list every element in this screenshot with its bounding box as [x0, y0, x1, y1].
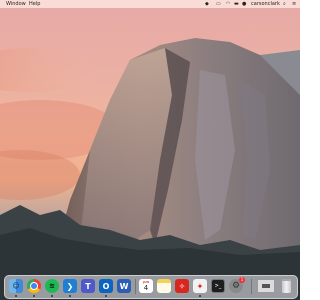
running-indicator: [199, 295, 201, 297]
running-indicator: [15, 295, 17, 297]
wifi-icon[interactable]: ◠: [226, 0, 230, 8]
dock: ☺ ≋ ❯ T O W JUN 4 ✧ ✦ >_ ⚙ 1: [4, 275, 298, 299]
search-icon[interactable]: ⌕: [283, 0, 286, 8]
teams-icon[interactable]: T: [81, 279, 95, 293]
running-indicator: [105, 295, 107, 297]
menu-help[interactable]: Help: [29, 1, 40, 7]
trash-icon[interactable]: [279, 279, 293, 293]
dock-separator: [135, 279, 136, 294]
notes-icon[interactable]: [157, 279, 171, 293]
user-icon[interactable]: ●: [242, 0, 246, 8]
list-icon[interactable]: ≡: [292, 0, 296, 8]
running-indicator: [69, 295, 71, 297]
running-indicator: [33, 295, 35, 297]
acrobat-icon[interactable]: ✧: [175, 279, 189, 293]
desktop: Window Help ◆ ▭ ◠ ▬ ● carsonclark ⌕ ≡ ☺ …: [0, 0, 300, 300]
dock-separator: [251, 279, 252, 294]
notification-badge: 1: [239, 277, 245, 283]
display-icon[interactable]: ▭: [216, 0, 221, 8]
menu-bar: Window Help ◆ ▭ ◠ ▬ ● carsonclark ⌕ ≡: [0, 0, 300, 8]
calendar-day: 4: [143, 284, 149, 292]
wallpaper-half-dome: [0, 38, 300, 300]
running-indicator: [51, 295, 53, 297]
user-name[interactable]: carsonclark: [251, 1, 280, 7]
terminal-icon[interactable]: >_: [211, 279, 225, 293]
word-icon[interactable]: W: [117, 279, 131, 293]
menu-window[interactable]: Window: [6, 1, 26, 7]
dropbox-icon[interactable]: ◆: [205, 0, 209, 8]
calendar-icon[interactable]: JUN 4: [139, 279, 153, 293]
finder-icon[interactable]: ☺: [9, 279, 23, 293]
vscode-icon[interactable]: ❯: [63, 279, 77, 293]
outlook-icon[interactable]: O: [99, 279, 113, 293]
battery-icon[interactable]: ▬: [234, 0, 239, 8]
pdf-icon[interactable]: ✦: [193, 279, 207, 293]
screen-window-icon[interactable]: [257, 279, 275, 293]
spotify-icon[interactable]: ≋: [45, 279, 59, 293]
chrome-icon[interactable]: [27, 279, 41, 293]
